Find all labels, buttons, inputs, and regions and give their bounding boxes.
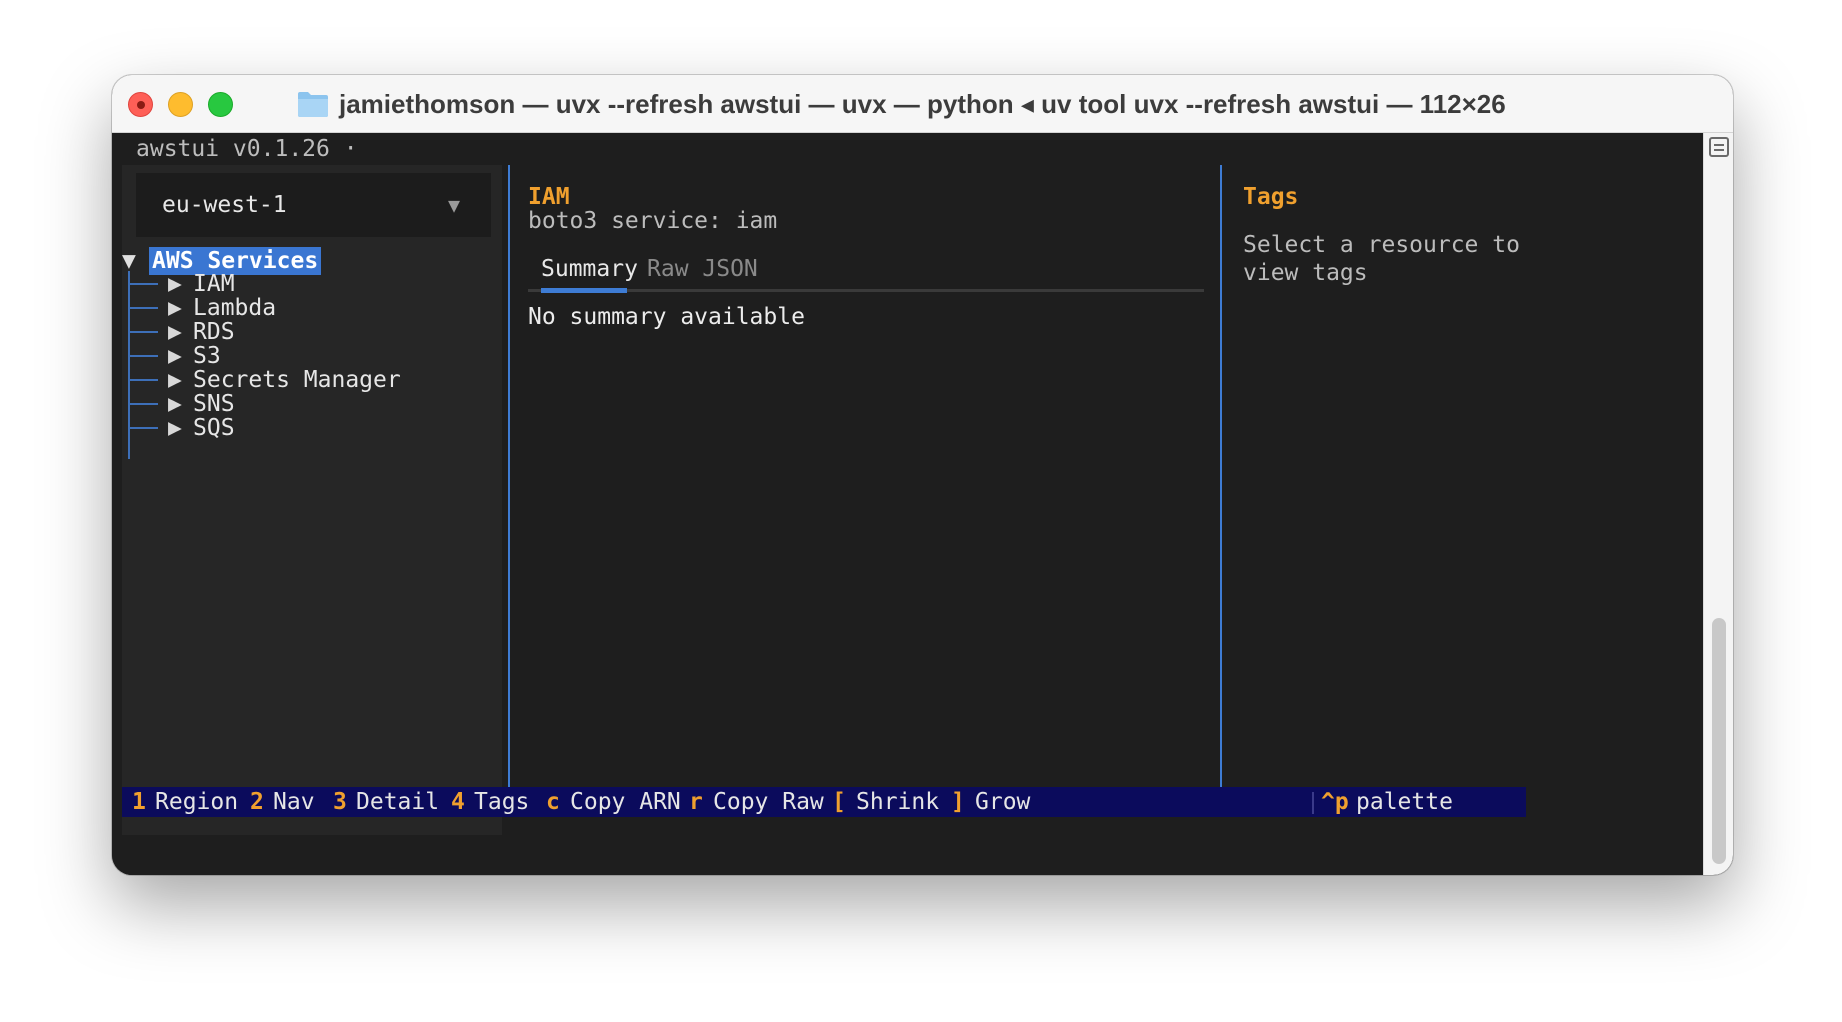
tree-guide-line <box>128 379 158 381</box>
tab-summary[interactable]: Summary <box>541 255 638 283</box>
key-label-detail[interactable]: Detail <box>356 788 439 816</box>
scrollbar-thumb[interactable] <box>1712 618 1726 864</box>
title-bar: jamiethomson — uvx --refresh awstui — uv… <box>112 75 1733 133</box>
terminal-window: jamiethomson — uvx --refresh awstui — uv… <box>112 75 1733 875</box>
tree-guide-line <box>128 331 158 333</box>
minimize-window-button[interactable] <box>168 92 193 117</box>
key-grow[interactable]: ] <box>951 788 965 816</box>
pane-divider[interactable] <box>508 165 510 787</box>
key-label-grow[interactable]: Grow <box>975 788 1030 816</box>
key-label-copy-arn[interactable]: Copy ARN <box>570 788 681 816</box>
terminal-area[interactable]: awstui v0.1.26 · eu-west-1 ▼ ▼ AWS Servi… <box>112 133 1733 875</box>
detail-body: No summary available <box>528 304 805 330</box>
pane-divider[interactable] <box>1220 165 1222 787</box>
tree-guide-line <box>128 355 158 357</box>
active-tab-indicator <box>541 288 627 293</box>
tags-body: Select a resource to view tags <box>1243 232 1534 286</box>
split-pane-icon[interactable] <box>1709 137 1729 157</box>
key-copy-arn[interactable]: c <box>546 788 560 816</box>
tree-guide-line <box>128 403 158 405</box>
key-label-shrink[interactable]: Shrink <box>856 788 939 816</box>
tags-title: Tags <box>1243 184 1299 210</box>
key-label-tags[interactable]: Tags <box>474 788 529 816</box>
close-window-button[interactable] <box>128 92 153 117</box>
key-bindings-bar: 1 Region 2 Nav 3 Detail 4 Tags c Copy AR… <box>122 787 1526 817</box>
tree-guide-line <box>128 271 130 459</box>
key-region[interactable]: 1 <box>132 788 146 816</box>
navigation-pane[interactable]: eu-west-1 ▼ ▼ AWS Services ▶ IAM ▶ Lambd… <box>122 165 502 835</box>
maximize-window-button[interactable] <box>208 92 233 117</box>
key-palette[interactable]: ^p <box>1321 788 1349 816</box>
terminal-scrollbar[interactable] <box>1703 133 1733 875</box>
key-label-nav[interactable]: Nav <box>273 788 315 816</box>
detail-subtitle: boto3 service: iam <box>528 208 778 234</box>
region-value: eu-west-1 <box>162 192 287 218</box>
region-select[interactable]: eu-west-1 ▼ <box>136 173 491 237</box>
tree-collapsed-icon[interactable]: ▶ <box>168 414 182 442</box>
key-label-palette[interactable]: palette <box>1356 788 1453 816</box>
tree-guide-line <box>128 427 158 429</box>
tree-item-sqs[interactable]: SQS <box>193 414 235 442</box>
chevron-down-icon: ▼ <box>448 193 461 217</box>
tab-bar-underline <box>528 289 1204 292</box>
tree-guide-line <box>128 307 158 309</box>
tab-raw-json[interactable]: Raw JSON <box>647 255 758 283</box>
window-title-group: jamiethomson — uvx --refresh awstui — uv… <box>297 87 1506 121</box>
key-detail[interactable]: 3 <box>333 788 347 816</box>
key-shrink[interactable]: [ <box>832 788 846 816</box>
key-tags[interactable]: 4 <box>451 788 465 816</box>
key-nav[interactable]: 2 <box>250 788 264 816</box>
tree-guide-line <box>128 283 158 285</box>
status-divider <box>1312 792 1314 814</box>
app-header: awstui v0.1.26 · <box>136 136 358 162</box>
key-label-region[interactable]: Region <box>155 788 238 816</box>
folder-icon <box>298 92 328 117</box>
key-label-copy-raw[interactable]: Copy Raw <box>713 788 824 816</box>
key-copy-raw[interactable]: r <box>689 788 703 816</box>
close-icon <box>137 101 145 109</box>
window-title: jamiethomson — uvx --refresh awstui — uv… <box>339 88 1506 119</box>
